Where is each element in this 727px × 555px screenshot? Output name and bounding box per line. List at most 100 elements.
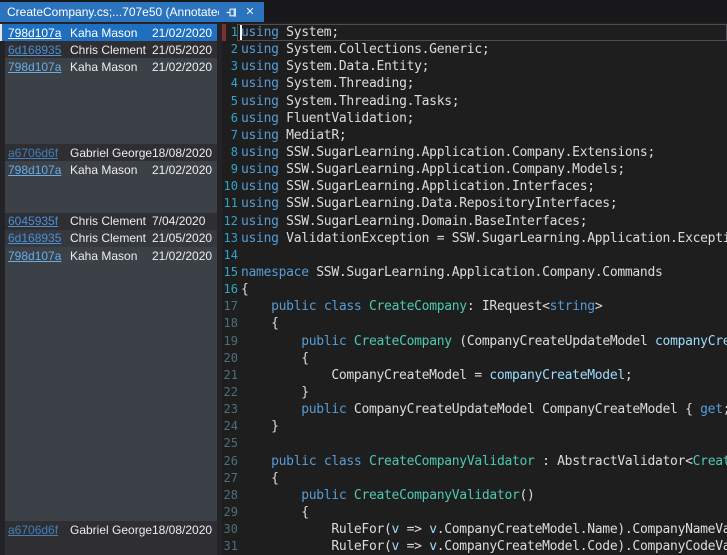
code-token: SSW.SugarLearning.Application.Company.Mo… (279, 162, 625, 177)
line-number: 28 (222, 487, 238, 504)
code-line[interactable]: 1using System; (222, 24, 727, 41)
code-token: (CompanyCreateUpdateModel (452, 334, 655, 349)
code-line[interactable]: 8using SSW.SugarLearning.Application.Com… (222, 144, 727, 161)
code-token: } (241, 385, 309, 400)
commit-hash-link[interactable]: 798d107a (8, 163, 70, 177)
annotation-row: 798d107aKaha Mason21/02/2020 (5, 247, 217, 264)
code-line[interactable]: 9using SSW.SugarLearning.Application.Com… (222, 161, 727, 178)
code-line[interactable]: 22 } (222, 384, 727, 401)
code-token: : AbstractValidator< (535, 454, 693, 469)
line-number: 8 (222, 144, 238, 161)
line-number: 16 (222, 281, 238, 298)
code-line[interactable]: 2using System.Collections.Generic; (222, 41, 727, 58)
code-token: class (324, 454, 362, 469)
code-line[interactable]: 25 (222, 435, 727, 452)
code-line[interactable]: 13using ValidationException = SSW.SugarL… (222, 230, 727, 247)
code-token: using (241, 145, 279, 160)
code-line[interactable]: 14 (222, 247, 727, 264)
close-icon[interactable]: ✕ (243, 5, 257, 19)
code-line[interactable]: 11using SSW.SugarLearning.Data.Repositor… (222, 195, 727, 212)
commit-hash-link[interactable]: a6706d6f (8, 146, 70, 160)
code-token: } (241, 419, 279, 434)
commit-date: 21/05/2020 (152, 43, 217, 57)
code-token: using (241, 76, 279, 91)
code-line[interactable]: 5using System.Threading.Tasks; (222, 93, 727, 110)
line-number: 1 (222, 24, 238, 41)
code-token: FluentValidation; (279, 111, 414, 126)
line-number: 9 (222, 161, 238, 178)
annotation-row: a6706d6fGabriel George18/08/2020 (5, 521, 217, 538)
annotation-margin: 798d107aKaha Mason21/02/20206d168935Chri… (0, 22, 222, 555)
code-line[interactable]: 20 { (222, 350, 727, 367)
commit-hash-link[interactable]: 798d107a (8, 60, 70, 74)
code-token: RuleFor( (241, 539, 392, 554)
code-token (241, 334, 301, 349)
author-name: Chris Clement (70, 214, 152, 228)
code-token: ; } (723, 402, 727, 417)
code-line[interactable]: 16{ (222, 281, 727, 298)
code-line[interactable]: 26 public class CreateCompanyValidator :… (222, 453, 727, 470)
commit-hash-link[interactable]: 6045935f (8, 214, 70, 228)
code-token (316, 299, 324, 314)
line-number: 10 (222, 178, 238, 195)
code-line[interactable]: 18 { (222, 315, 727, 332)
annotation-block: 798d107aKaha Mason21/02/2020 (5, 58, 217, 144)
code-token: public (301, 488, 346, 503)
code-line[interactable]: 3using System.Data.Entity; (222, 58, 727, 75)
line-number: 6 (222, 110, 238, 127)
code-token: namespace (241, 265, 309, 280)
code-line[interactable]: 30 RuleFor(v => v.CompanyCreateModel.Nam… (222, 521, 727, 538)
code-token: using (241, 196, 279, 211)
author-name: Kaha Mason (70, 60, 152, 74)
line-number: 5 (222, 93, 238, 110)
commit-hash-link[interactable]: 6d168935 (8, 43, 70, 57)
line-number: 30 (222, 521, 238, 538)
code-line[interactable]: 15namespace SSW.SugarLearning.Applicatio… (222, 264, 727, 281)
annotation-row: 798d107aKaha Mason21/02/2020 (2, 24, 217, 41)
code-line[interactable]: 10using SSW.SugarLearning.Application.In… (222, 178, 727, 195)
code-token: public (301, 334, 346, 349)
commit-hash-link[interactable]: 6d168935 (8, 231, 70, 245)
code-line[interactable]: 23 public CompanyCreateUpdateModel Compa… (222, 401, 727, 418)
tab-bar: CreateCompany.cs;...707e50 (Annotated) ✕ (0, 0, 727, 22)
code-token: > (595, 299, 603, 314)
code-line[interactable]: 12using SSW.SugarLearning.Domain.BaseInt… (222, 213, 727, 230)
author-name: Chris Clement (70, 43, 152, 57)
code-line[interactable]: 21 CompanyCreateModel = companyCreateMod… (222, 367, 727, 384)
document-tab[interactable]: CreateCompany.cs;...707e50 (Annotated) ✕ (0, 2, 264, 22)
code-token: public (271, 454, 316, 469)
code-line[interactable]: 24 } (222, 418, 727, 435)
annotation-block: 798d107aKaha Mason21/02/2020 (0, 24, 217, 41)
code-line[interactable]: 27 { (222, 470, 727, 487)
code-line[interactable]: 17 public class CreateCompany: IRequest<… (222, 298, 727, 315)
code-line[interactable]: 19 public CreateCompany (CompanyCreateUp… (222, 333, 727, 350)
commit-hash-link[interactable]: 798d107a (8, 26, 70, 40)
annotation-block: 6d168935Chris Clement21/05/2020 (5, 41, 217, 58)
code-token (361, 299, 369, 314)
code-token: SSW.SugarLearning.Data.RepositoryInterfa… (279, 196, 618, 211)
code-token: { (241, 505, 309, 520)
line-number: 19 (222, 333, 238, 350)
line-number: 25 (222, 435, 238, 452)
code-token: CompanyCreateUpdateModel CompanyCreateMo… (346, 402, 700, 417)
code-line[interactable]: 31 RuleFor(v => v.CompanyCreateModel.Cod… (222, 538, 727, 555)
commit-date: 18/08/2020 (152, 146, 217, 160)
code-token (241, 299, 271, 314)
code-line[interactable]: 29 { (222, 504, 727, 521)
commit-hash-link[interactable]: a6706d6f (8, 523, 70, 537)
author-name: Kaha Mason (70, 163, 152, 177)
code-token: get (700, 402, 723, 417)
code-token: using (241, 214, 279, 229)
code-line[interactable]: 4using System.Threading; (222, 75, 727, 92)
code-editor[interactable]: 1using System;2using System.Collections.… (222, 22, 727, 555)
code-token: System.Data.Entity; (279, 59, 430, 74)
commit-hash-link[interactable]: 798d107a (8, 249, 70, 263)
code-line[interactable]: 28 public CreateCompanyValidator() (222, 487, 727, 504)
code-line[interactable]: 6using FluentValidation; (222, 110, 727, 127)
code-token: System.Collections.Generic; (279, 42, 490, 57)
code-line[interactable]: 7using MediatR; (222, 127, 727, 144)
code-token: CreateCompany (693, 454, 727, 469)
annotation-block: 798d107aKaha Mason21/02/2020 (5, 161, 217, 212)
author-name: Gabriel George (70, 146, 152, 160)
pin-icon[interactable] (224, 5, 238, 19)
